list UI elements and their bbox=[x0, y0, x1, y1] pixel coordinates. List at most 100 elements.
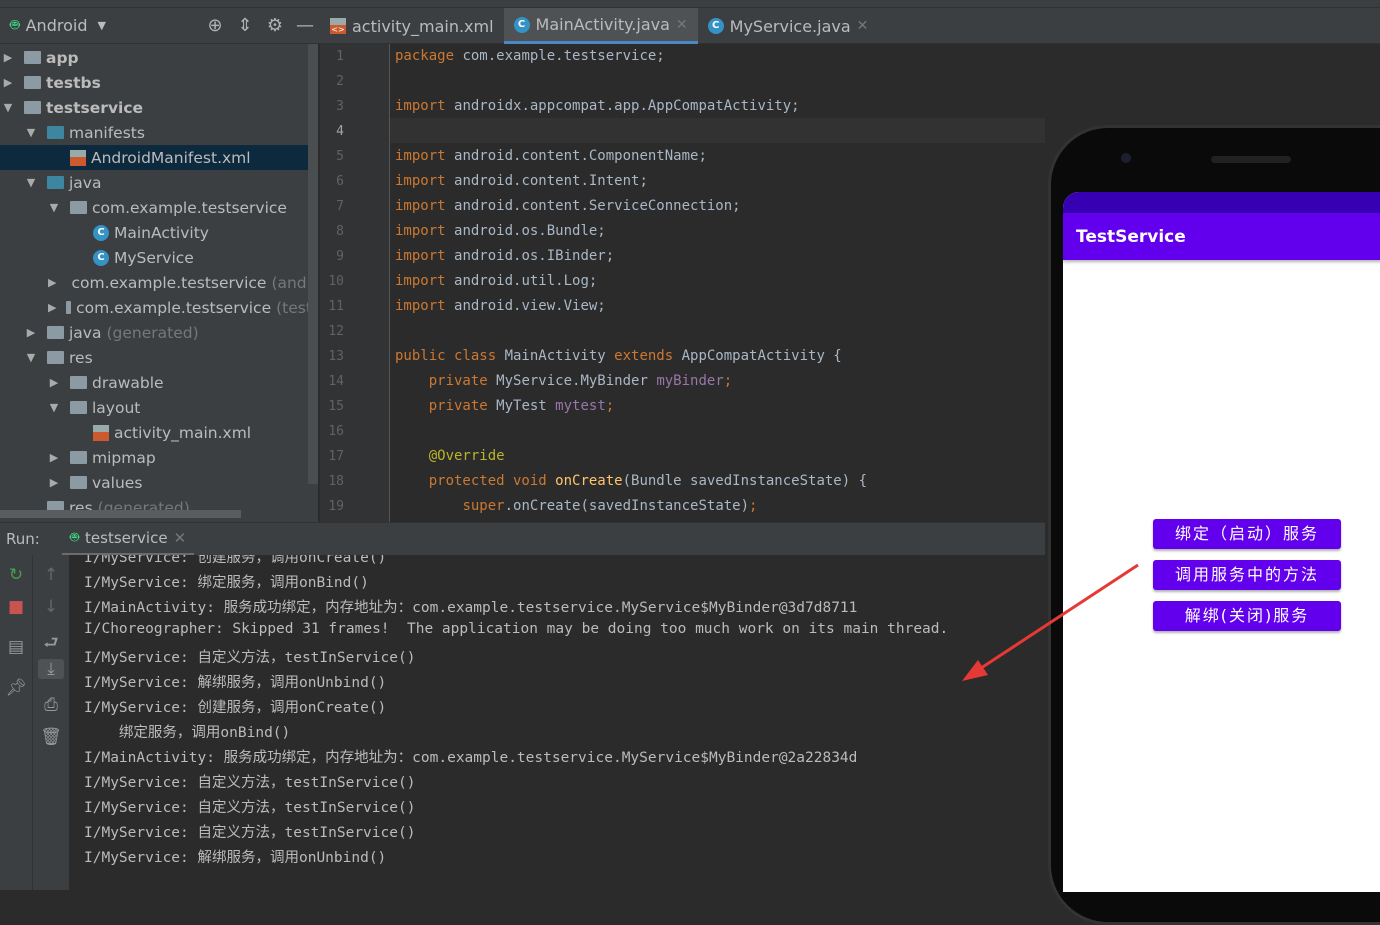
arrow-up-icon[interactable]: ↑ bbox=[38, 565, 64, 585]
tree-item[interactable]: ▶ com.example.testservice (test) bbox=[0, 295, 318, 320]
chevron-right-icon[interactable]: ▶ bbox=[48, 476, 60, 489]
code-line: import android.util.Log; bbox=[395, 273, 597, 289]
view-mode-dropdown[interactable]: Android bbox=[26, 16, 88, 35]
tree-item[interactable]: ▼ testservice bbox=[0, 95, 318, 120]
console-line: I/MyService: 自定义方法，testInService() bbox=[84, 800, 416, 816]
tab-label: MyService.java bbox=[729, 16, 851, 36]
chevron-down-icon[interactable]: ▼ bbox=[97, 19, 105, 32]
chevron-right-icon[interactable]: ▶ bbox=[48, 376, 60, 389]
code-token: android.content.Intent; bbox=[454, 173, 648, 189]
tree-item[interactable]: ▼ com.example.testservice bbox=[0, 195, 318, 220]
locate-icon[interactable]: ⊕ bbox=[200, 15, 230, 36]
tree-item[interactable]: ▶ drawable bbox=[0, 370, 318, 395]
code-token: import bbox=[395, 298, 455, 314]
close-icon[interactable]: ✕ bbox=[676, 17, 688, 33]
module-folder-icon bbox=[24, 51, 41, 64]
chevron-right-icon[interactable]: ▶ bbox=[2, 76, 14, 89]
code-line: public class MainActivity extends AppCom… bbox=[395, 348, 842, 364]
code-token: android.view.View; bbox=[454, 298, 606, 314]
code-token: . bbox=[504, 498, 514, 514]
tree-item-label: com.example.testservice bbox=[92, 198, 287, 217]
chevron-down-icon[interactable]: ▼ bbox=[2, 101, 14, 114]
code-token: extends bbox=[614, 348, 682, 364]
print-icon[interactable]: ⎙ bbox=[38, 695, 64, 715]
line-number: 14 bbox=[328, 374, 344, 389]
chevron-right-icon[interactable]: ▶ bbox=[48, 301, 56, 314]
tree-item[interactable]: ▶ app bbox=[0, 45, 318, 70]
folder-icon bbox=[70, 476, 87, 489]
chevron-down-icon[interactable]: ▼ bbox=[25, 126, 37, 139]
tree-item[interactable]: ▼ layout bbox=[0, 395, 318, 420]
tree-item[interactable]: ▶ mipmap bbox=[0, 445, 318, 470]
unbind-service-button[interactable]: 解绑(关闭)服务 bbox=[1153, 601, 1341, 631]
tree-item-suffix: (generated) bbox=[106, 323, 199, 342]
xml-file-icon: <> bbox=[330, 18, 346, 34]
collapse-all-icon[interactable]: ⇕ bbox=[230, 15, 260, 36]
tree-scrollbar[interactable] bbox=[308, 44, 318, 484]
soft-wrap-icon[interactable]: ⮐ bbox=[38, 630, 64, 659]
tab-label: activity_main.xml bbox=[352, 16, 494, 36]
code-line: import android.content.ComponentName; bbox=[395, 148, 707, 164]
tree-item[interactable]: ▶ values bbox=[0, 470, 318, 495]
chevron-down-icon[interactable]: ▼ bbox=[48, 201, 60, 214]
chevron-down-icon[interactable]: ▼ bbox=[25, 351, 37, 364]
chevron-right-icon[interactable]: ▶ bbox=[48, 451, 60, 464]
code-token: AppCompatActivity { bbox=[681, 348, 842, 364]
trash-icon[interactable]: 🗑︎ bbox=[38, 727, 64, 747]
code-token: import bbox=[395, 248, 455, 264]
chevron-right-icon[interactable]: ▶ bbox=[25, 326, 37, 339]
chevron-right-icon[interactable]: ▶ bbox=[2, 51, 14, 64]
tree-item[interactable]: C MainActivity bbox=[0, 220, 318, 245]
chevron-down-icon[interactable]: ▼ bbox=[25, 176, 37, 189]
code-line: import android.os.IBinder; bbox=[395, 248, 614, 264]
tree-item-label: app bbox=[46, 48, 79, 67]
close-icon[interactable]: ✕ bbox=[857, 18, 869, 34]
tree-item[interactable]: ▶com.example.testservice(androidTest) bbox=[0, 270, 318, 295]
code-token: androidx.appcompat.app.AppCompatActivity… bbox=[454, 98, 800, 114]
tree-horizontal-scrollbar[interactable] bbox=[0, 510, 241, 518]
code-token: import bbox=[395, 148, 455, 164]
rerun-icon[interactable]: ↻ bbox=[3, 565, 29, 585]
tab-mainactivity-java[interactable]: C MainActivity.java ✕ bbox=[503, 8, 698, 44]
chevron-right-icon[interactable]: ▶ bbox=[48, 276, 56, 289]
code-token: android.content.ComponentName; bbox=[454, 148, 707, 164]
tree-item[interactable]: ▶ java (generated) bbox=[0, 320, 318, 345]
layout-icon[interactable]: ▤ bbox=[3, 637, 29, 657]
tree-item-label: MyService bbox=[114, 248, 194, 267]
scroll-to-end-icon[interactable]: ⤓ bbox=[38, 659, 64, 679]
pin-icon[interactable]: 📌︎ bbox=[3, 678, 29, 698]
call-service-method-button[interactable]: 调用服务中的方法 bbox=[1153, 560, 1341, 590]
tree-item[interactable]: ▼ java bbox=[0, 170, 318, 195]
tree-item[interactable]: C MyService bbox=[0, 245, 318, 270]
folder-icon bbox=[47, 126, 64, 139]
package-icon bbox=[66, 301, 72, 314]
stop-icon[interactable]: ■ bbox=[3, 597, 29, 617]
code-token: protected void bbox=[428, 473, 556, 489]
console-line: I/MyService: 自定义方法，testInService() bbox=[84, 775, 416, 791]
code-token: (Bundle savedInstanceState) { bbox=[622, 473, 868, 489]
folder-icon bbox=[70, 401, 87, 414]
tree-item[interactable]: activity_main.xml bbox=[0, 420, 318, 445]
code-token: ; bbox=[605, 398, 615, 414]
code-line: private MyService.MyBinder myBinder; bbox=[395, 373, 732, 389]
line-number: 19 bbox=[328, 499, 344, 514]
tree-item[interactable]: ▼ res bbox=[0, 345, 318, 370]
project-panel-header: 🤖︎ Android ▼ ⊕ ⇕ ⚙ — bbox=[0, 8, 320, 44]
run-label: Run: bbox=[6, 530, 40, 548]
emulator-screen[interactable]: ◢ TestService 绑定（启动）服务 调用服务中的方法 解绑(关闭)服务 bbox=[1063, 192, 1380, 892]
hide-icon[interactable]: — bbox=[290, 15, 320, 36]
tree-item[interactable]: ▶ testbs bbox=[0, 70, 318, 95]
tree-item[interactable]: ▼ manifests bbox=[0, 120, 318, 145]
run-tab[interactable]: 🤖︎ testservice ✕ bbox=[62, 523, 195, 556]
chevron-down-icon[interactable]: ▼ bbox=[48, 401, 60, 414]
bind-service-button[interactable]: 绑定（启动）服务 bbox=[1153, 519, 1341, 549]
gear-icon[interactable]: ⚙ bbox=[260, 15, 290, 36]
tab-myservice-java[interactable]: C MyService.java ✕ bbox=[698, 8, 879, 44]
manifest-file-icon bbox=[70, 149, 86, 166]
close-icon[interactable]: ✕ bbox=[174, 529, 187, 547]
tree-item[interactable]: AndroidManifest.xml bbox=[0, 145, 318, 170]
run-toolbar: ↻ ■ ▤ 📌︎ bbox=[0, 555, 33, 890]
arrow-down-icon[interactable]: ↓ bbox=[38, 597, 64, 617]
tab-activity_main-xml[interactable]: <> activity_main.xml bbox=[320, 8, 504, 44]
camera-icon bbox=[1121, 153, 1131, 163]
